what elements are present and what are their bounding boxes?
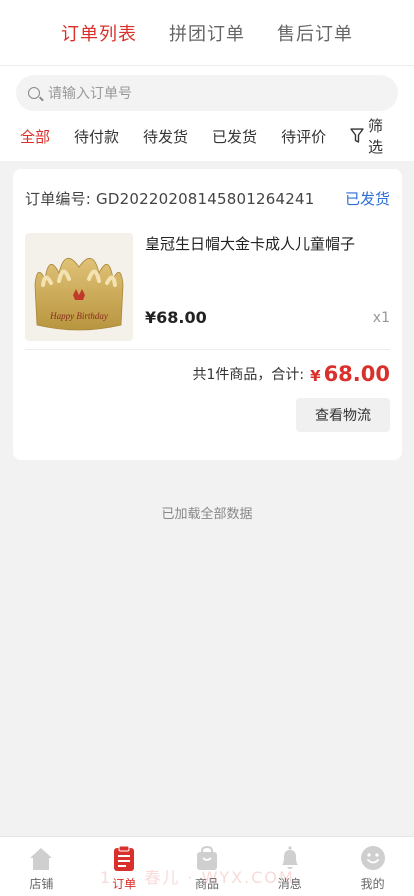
view-logistics-button[interactable]: 查看物流: [296, 398, 390, 432]
tabbar-item-products[interactable]: 商品: [166, 837, 249, 896]
tabbar-item-orders[interactable]: 订单: [83, 837, 166, 896]
search-icon: [28, 87, 40, 99]
status-tab-bar: 全部 待付款 待发货 已发货 待评价 筛选: [0, 111, 414, 161]
crown-icon: Happy Birthday: [34, 258, 124, 331]
filter-icon: [350, 128, 364, 143]
tabbar-item-messages[interactable]: 消息: [248, 837, 331, 896]
tabbar-label: 商品: [194, 877, 219, 891]
status-tab-all[interactable]: 全部: [20, 126, 50, 147]
product-image: Happy Birthday: [25, 233, 133, 341]
tab-aftersale-orders[interactable]: 售后订单: [277, 20, 353, 46]
bell-icon: [281, 846, 298, 869]
tabbar-item-me[interactable]: 我的: [331, 837, 414, 896]
order-number-label: 订单编号:: [25, 189, 92, 208]
order-total: ¥68.00: [310, 362, 390, 386]
status-tab-pending-payment[interactable]: 待付款: [74, 126, 119, 147]
summary-text: 共1件商品，合计:: [192, 367, 305, 383]
tab-order-list[interactable]: 订单列表: [61, 20, 137, 46]
bottom-tab-bar: 店铺 订单 商品 消息 我的: [0, 836, 414, 896]
order-summary: 共1件商品，合计: ¥68.00: [25, 350, 391, 398]
order-actions: 查看物流: [25, 398, 390, 432]
smile-icon: [360, 846, 385, 870]
product-info: 皇冠生日帽大金卡成人儿童帽子 ¥68.00 x1: [133, 233, 390, 345]
top-tab-bar: 订单列表 拼团订单 售后订单: [0, 0, 414, 66]
order-card-header: 订单编号: GD20220208145801264241 已发货: [25, 169, 390, 227]
search-placeholder: 请输入订单号: [48, 86, 132, 102]
home-icon: [30, 848, 53, 870]
currency-symbol: ¥: [310, 367, 321, 385]
order-number-value: GD20220208145801264241: [96, 189, 315, 208]
product-name: 皇冠生日帽大金卡成人儿童帽子: [145, 235, 356, 253]
tabbar-label: 订单: [112, 877, 137, 891]
status-tab-pending-review[interactable]: 待评价: [281, 126, 326, 147]
tab-group-orders[interactable]: 拼团订单: [169, 20, 245, 46]
tabbar-label: 我的: [360, 877, 385, 891]
search-container: 请输入订单号: [0, 66, 414, 111]
filter-label: 筛选: [368, 117, 384, 156]
bag-icon: [196, 845, 217, 870]
all-loaded-text: 已加载全部数据: [161, 507, 253, 522]
order-status: 已发货: [344, 189, 390, 208]
tabbar-label: 消息: [277, 877, 302, 891]
status-tab-shipped[interactable]: 已发货: [212, 126, 257, 147]
filter-button[interactable]: 筛选: [350, 115, 398, 157]
total-value: 68.00: [323, 362, 390, 386]
tabbar-item-store[interactable]: 店铺: [0, 837, 83, 896]
tabbar-label: 店铺: [29, 877, 54, 891]
order-card[interactable]: 订单编号: GD20220208145801264241 已发货 Happy B…: [13, 169, 402, 460]
product-price: ¥68.00: [145, 308, 207, 327]
search-input[interactable]: 请输入订单号: [16, 75, 398, 111]
header: 订单列表 拼团订单 售后订单 请输入订单号 全部 待付款 待发货 已发货 待评价…: [0, 0, 414, 161]
product-quantity: x1: [372, 310, 390, 326]
order-icon: [114, 845, 135, 871]
product-image-text: Happy Birthday: [49, 311, 108, 321]
order-number: 订单编号: GD20220208145801264241: [25, 188, 314, 209]
status-tab-pending-shipment[interactable]: 待发货: [143, 126, 188, 147]
product-row[interactable]: Happy Birthday 皇冠生日帽大金卡成人儿童帽子 ¥68.00 x1: [25, 227, 390, 345]
